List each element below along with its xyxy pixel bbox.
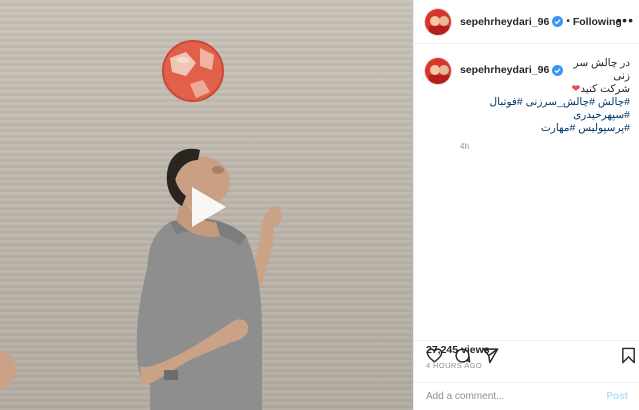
hashtag-link[interactable]: #چالش_سرزنی — [526, 96, 595, 108]
comment-input[interactable] — [426, 391, 607, 402]
caption-hashtags-line-4: #پرسپولیس #مهارت — [460, 122, 630, 135]
bookmark-icon[interactable] — [620, 347, 637, 364]
header-separator: • — [566, 16, 570, 27]
post-header: sepehrheydari_96 • Following ••• — [414, 0, 639, 44]
heart-emoji-icon: ❤ — [571, 83, 581, 95]
caption-avatar[interactable] — [424, 57, 452, 85]
post-timestamp[interactable]: 4 HOURS AGO — [426, 361, 482, 370]
verified-badge-icon — [552, 64, 564, 76]
more-options-icon[interactable]: ••• — [616, 13, 634, 27]
hashtag-link[interactable]: #مهارت — [541, 122, 575, 134]
caption-line-1: در چالش سر زنی — [573, 57, 630, 82]
hashtag-link[interactable]: #پرسپولیس — [578, 122, 630, 134]
hashtag-link[interactable]: #چالش — [598, 96, 630, 108]
caption-hashtags-line-3: #چالش #چالش_سرزنی #فوتبال #سپهرحیدری — [460, 96, 630, 122]
header-username[interactable]: sepehrheydari_96 — [460, 16, 549, 28]
hashtag-link[interactable]: #سپهرحیدری — [573, 109, 630, 121]
post-side-panel: sepehrheydari_96 • Following ••• sepehrh… — [413, 0, 639, 410]
caption-line-2: شرکت کنید❤ — [460, 83, 630, 96]
comment-bar: Post — [414, 382, 639, 410]
play-icon[interactable] — [184, 185, 228, 229]
post-comment-button[interactable]: Post — [606, 391, 628, 402]
hashtag-link[interactable]: #فوتبال — [490, 96, 523, 108]
post-video[interactable] — [0, 0, 413, 410]
football — [162, 40, 224, 102]
caption-username[interactable]: sepehrheydari_96 — [460, 63, 549, 77]
verified-badge-icon — [552, 16, 564, 27]
caption-block: sepehrheydari_96 در چالش سر زنی شرکت کنی… — [424, 57, 634, 151]
views-count[interactable]: 27,245 views — [426, 344, 490, 356]
avatar[interactable] — [424, 7, 452, 36]
caption-line-2-text: شرکت کنید — [580, 83, 630, 95]
following-button[interactable]: Following — [573, 16, 622, 28]
caption-timestamp[interactable]: 4h — [460, 142, 630, 151]
